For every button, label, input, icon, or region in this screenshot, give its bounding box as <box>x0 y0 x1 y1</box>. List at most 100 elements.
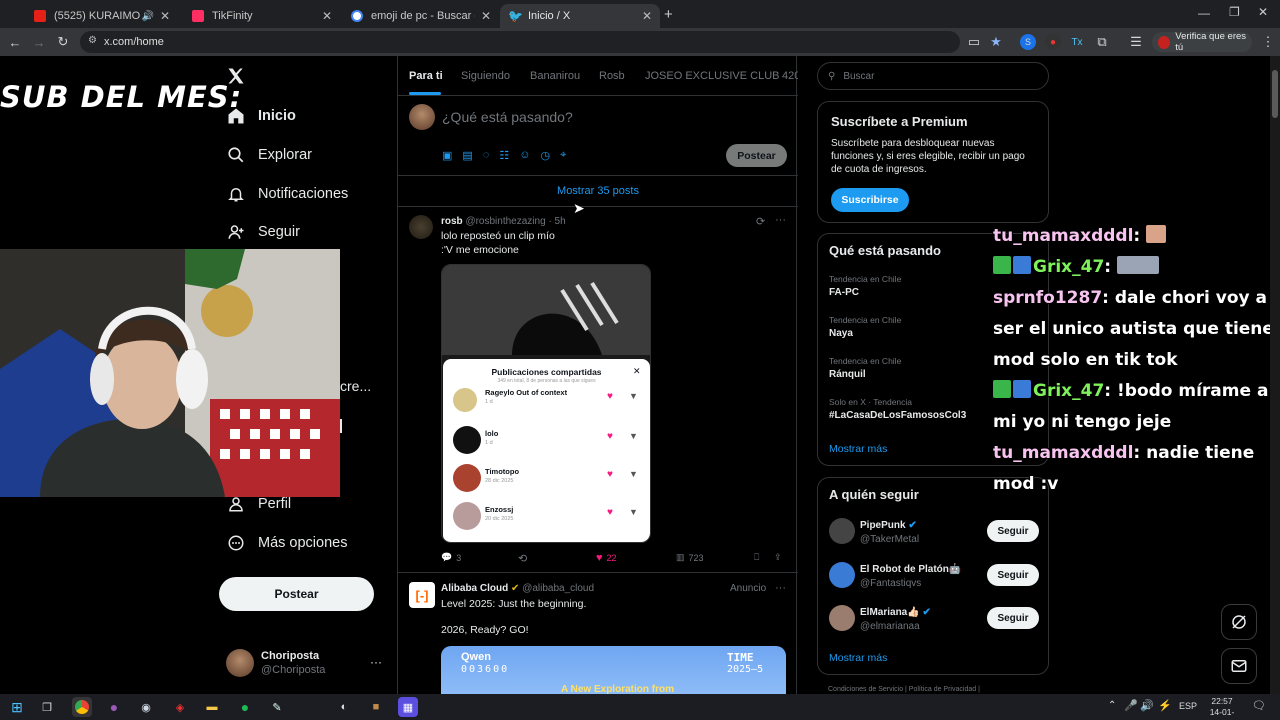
heart-icon[interactable]: ♥ <box>607 469 613 480</box>
windows-start-icon[interactable]: ⊞ <box>7 697 27 717</box>
restore-icon[interactable]: ❐ <box>1229 5 1240 19</box>
follow-show-more[interactable]: Mostrar más <box>829 652 887 664</box>
system-clock[interactable]: 22:57 14-01-2026 <box>1202 696 1242 720</box>
emoji-icon[interactable]: ☺ <box>519 149 530 162</box>
task-view-icon[interactable]: ❒ <box>37 697 57 717</box>
grok-icon[interactable]: ⟳ <box>756 215 765 228</box>
filter-icon[interactable]: ▼ <box>629 507 638 517</box>
follow-button[interactable]: Seguir <box>987 564 1039 586</box>
tweet-handle[interactable]: @alibaba_cloud <box>522 583 594 594</box>
spotify-icon[interactable]: ● <box>235 697 255 717</box>
account-switcher[interactable]: Choriposta @Choriposta ··· <box>226 649 386 683</box>
alibaba-logo-icon[interactable]: [-] <box>409 582 435 608</box>
heart-icon[interactable]: ♥ <box>607 431 613 442</box>
sidebar-item-mas-opciones[interactable]: Más opciones <box>226 528 347 558</box>
minimize-icon[interactable]: — <box>1198 6 1210 20</box>
subscribe-button[interactable]: Suscribirse <box>831 188 909 212</box>
tweet-avatar[interactable] <box>409 215 433 239</box>
sidebar-item-seguir[interactable]: Seguir <box>226 217 300 247</box>
browser-tab-tikfinity[interactable]: TikFinity ✕ <box>184 4 340 28</box>
reload-icon[interactable]: ↻ <box>55 34 71 50</box>
reply-action[interactable]: 💬 3 <box>441 552 461 563</box>
scrollbar-thumb[interactable] <box>1272 70 1278 118</box>
app-record-icon[interactable]: ◈ <box>170 697 190 717</box>
address-bar[interactable]: ⚙ x.com/home <box>80 31 960 53</box>
like-action[interactable]: ♥ 22 <box>596 552 617 564</box>
close-tab-icon[interactable]: ✕ <box>322 9 332 23</box>
obs-icon[interactable]: ◐ <box>334 697 354 717</box>
browser-tab-x[interactable]: 🐦 Inicio / X ✕ <box>500 4 660 28</box>
menu-kebab-icon[interactable]: ⋮ <box>1260 34 1276 50</box>
heart-icon[interactable]: ♥ <box>607 391 613 402</box>
tweet-more-icon[interactable]: ··· <box>775 214 786 226</box>
follow-button[interactable]: Seguir <box>987 520 1039 542</box>
bookmark-star-icon[interactable]: ★ <box>988 34 1004 50</box>
compose-input[interactable]: ¿Qué está pasando? <box>442 109 573 125</box>
extension-record-icon[interactable]: ● <box>1045 34 1061 50</box>
tweet-rosb[interactable]: rosb @rosbinthezazing · 5h ⟳ ··· lolo re… <box>398 207 798 573</box>
sidebar-item-inicio[interactable]: Inicio <box>226 101 296 131</box>
browser-tab-youtube[interactable]: (5525) KURAIMOKHA - OC/ 🔊 ✕ <box>26 4 178 28</box>
install-app-icon[interactable]: ▭ <box>966 34 982 50</box>
follow-button[interactable]: Seguir <box>987 607 1039 629</box>
tab-siguiendo[interactable]: Siguiendo <box>461 70 510 82</box>
tweet-author[interactable]: rosb <box>441 216 463 227</box>
heart-icon[interactable]: ♥ <box>607 507 613 518</box>
close-tab-icon[interactable]: ✕ <box>160 9 170 23</box>
tab-joseo[interactable]: JOSEO EXCLUSIVE CLUB <box>645 70 780 82</box>
popup-close-icon[interactable]: ✕ <box>633 366 641 377</box>
page-scrollbar[interactable] <box>1270 56 1280 694</box>
close-window-icon[interactable]: ✕ <box>1258 5 1268 19</box>
account-more-icon[interactable]: ··· <box>370 655 382 669</box>
footer-links[interactable]: Condiciones de Servicio | Política de Pr… <box>828 686 980 693</box>
notes-icon[interactable]: ✎ <box>267 697 287 717</box>
popup-row[interactable]: lolo 1 d ♥ ▼ <box>453 422 643 454</box>
grok-fab-icon[interactable] <box>1221 604 1257 640</box>
grok-icon[interactable]: ◌ <box>483 149 490 162</box>
ad-media[interactable]: Qwen 003600 TIME 2025—5 A New Exploratio… <box>441 646 786 694</box>
sidebar-item-explorar[interactable]: Explorar <box>226 140 312 170</box>
profile-verify-button[interactable]: Verifica que eres tú <box>1152 31 1252 53</box>
close-tab-icon[interactable]: ✕ <box>642 9 652 23</box>
tab-para-ti[interactable]: Para ti <box>409 70 443 82</box>
trend-item[interactable]: Tendencia en Chile FA-PC <box>829 274 901 298</box>
trend-item[interactable]: Tendencia en Chile Ránquil <box>829 356 901 380</box>
show-new-posts[interactable]: Mostrar 35 posts <box>398 176 798 207</box>
network-icon[interactable]: ⚡ <box>1158 699 1172 712</box>
trend-item[interactable]: Tendencia en Chile Naya <box>829 315 901 339</box>
compose-post-button[interactable]: Postear <box>726 144 787 167</box>
app-grid-icon[interactable]: ▦ <box>398 697 418 717</box>
sidebar-item-partial[interactable]: cre... <box>340 378 371 394</box>
minecraft-icon[interactable]: ■ <box>366 697 386 717</box>
media-control-icon[interactable]: ☰ <box>1128 34 1144 50</box>
tweet-media[interactable]: Publicaciones compartidas ✕ 349 en total… <box>441 264 651 543</box>
tweet-more-icon[interactable]: ··· <box>775 582 786 594</box>
repost-action[interactable]: ⟲ <box>518 552 527 565</box>
discord-icon[interactable]: ● <box>104 697 124 717</box>
extensions-puzzle-icon[interactable]: ⧉ <box>1094 34 1110 50</box>
sidebar-post-button[interactable]: Postear <box>219 577 374 611</box>
extension-s-icon[interactable]: S <box>1020 34 1036 50</box>
steam-icon[interactable]: ◉ <box>136 697 156 717</box>
popup-row[interactable]: Timotopo 28 dic 2025 ♥ ▼ <box>453 460 643 492</box>
poll-icon[interactable]: ☷ <box>499 149 509 162</box>
tab-420[interactable]: 420 <box>782 70 798 82</box>
x-logo-icon[interactable] <box>226 66 246 86</box>
speaker-icon[interactable]: 🔊 <box>141 11 153 22</box>
messages-fab-icon[interactable] <box>1221 648 1257 684</box>
chrome-icon[interactable] <box>72 697 92 717</box>
views-action[interactable]: ▥ 723 <box>676 552 704 563</box>
filter-icon[interactable]: ▼ <box>629 469 638 479</box>
popup-row[interactable]: Rageylo Out of context 1 d ♥ ▼ <box>453 384 643 416</box>
tab-rosb[interactable]: Rosb <box>599 70 625 82</box>
gif-icon[interactable]: ▤ <box>462 149 472 162</box>
filter-icon[interactable]: ▼ <box>629 391 638 401</box>
tweet-handle[interactable]: @rosbinthezazing <box>465 216 545 227</box>
sidebar-item-notificaciones[interactable]: Notificaciones <box>226 179 348 209</box>
search-input[interactable]: ⚲ Buscar <box>817 62 1049 90</box>
tray-chevron-icon[interactable]: ⌃ <box>1108 700 1116 711</box>
tweet-author[interactable]: Alibaba Cloud <box>441 583 508 594</box>
extension-translate-icon[interactable]: Tx <box>1069 34 1085 50</box>
browser-tab-google[interactable]: emoji de pc - Buscar con Google ✕ <box>343 4 499 28</box>
new-tab-icon[interactable]: + <box>664 6 673 23</box>
